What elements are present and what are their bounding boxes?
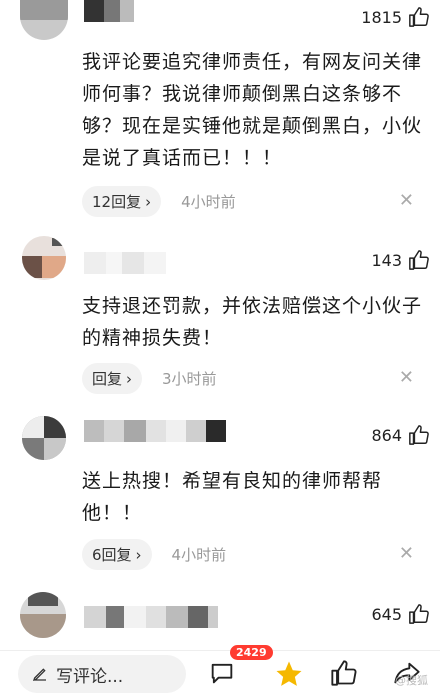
thumb-up-icon[interactable] [408,424,430,446]
avatar[interactable] [20,592,66,638]
comment-text: 送上热搜！希望有良知的律师帮帮他！！ [82,470,383,524]
avatar[interactable] [20,0,68,40]
reply-label: 回复 [92,370,123,388]
reply-label: 6回复 [92,546,132,564]
comment-meta: 12回复 › 4小时前 [82,186,236,217]
comment-meta: 回复 › 3小时前 [82,363,217,394]
timestamp: 3小时前 [162,370,217,388]
thumb-up-icon[interactable] [408,6,430,28]
reply-button[interactable]: 6回复 › [82,539,152,570]
close-icon[interactable]: ✕ [399,190,414,211]
like-count-value: 645 [371,604,402,624]
comment-meta: 6回复 › 4小时前 [82,539,226,570]
close-icon[interactable]: ✕ [399,543,414,564]
chevron-right-icon: › [135,545,142,564]
avatar[interactable] [22,416,66,460]
close-icon[interactable]: ✕ [399,367,414,388]
star-icon[interactable] [274,659,304,689]
bottom-action-bar: 写评论... 2429 [0,645,440,694]
pencil-icon [32,668,46,682]
write-comment-placeholder: 写评论... [56,666,124,687]
chevron-right-icon: › [145,192,152,211]
reply-button[interactable]: 回复 › [82,363,143,394]
comment-count-badge: 2429 [230,645,273,660]
reply-button[interactable]: 12回复 › [82,186,162,217]
like-count[interactable]: 645 [371,603,430,625]
like-count-value: 864 [371,425,402,445]
chevron-right-icon: › [126,369,133,388]
comment-text: 我评论要追究律师责任，有网友问关律师何事？我说律师颠倒黑白这条够不够？现在是实锤… [82,51,423,169]
watermark: @搜狐 [395,674,428,687]
thumb-up-icon[interactable] [408,603,430,625]
username[interactable] [84,252,166,274]
username[interactable] [84,606,218,628]
write-comment-input[interactable]: 写评论... [18,655,186,693]
like-count[interactable]: 1815 [361,6,430,28]
like-count[interactable]: 143 [371,249,430,271]
avatar[interactable] [22,236,66,280]
reply-label: 12回复 [92,193,142,211]
like-count[interactable]: 864 [371,424,430,446]
thumb-up-icon[interactable] [330,659,358,687]
timestamp: 4小时前 [181,193,236,211]
comment-text: 支持退还罚款，并依法赔偿这个小伙子的精神损失费！ [82,295,423,349]
like-count-value: 143 [371,250,402,270]
timestamp: 4小时前 [171,546,227,564]
username[interactable] [84,0,134,22]
username[interactable] [84,420,226,442]
thumb-up-icon[interactable] [408,249,430,271]
comment-bubble-icon[interactable] [208,659,236,687]
like-count-value: 1815 [361,7,402,27]
